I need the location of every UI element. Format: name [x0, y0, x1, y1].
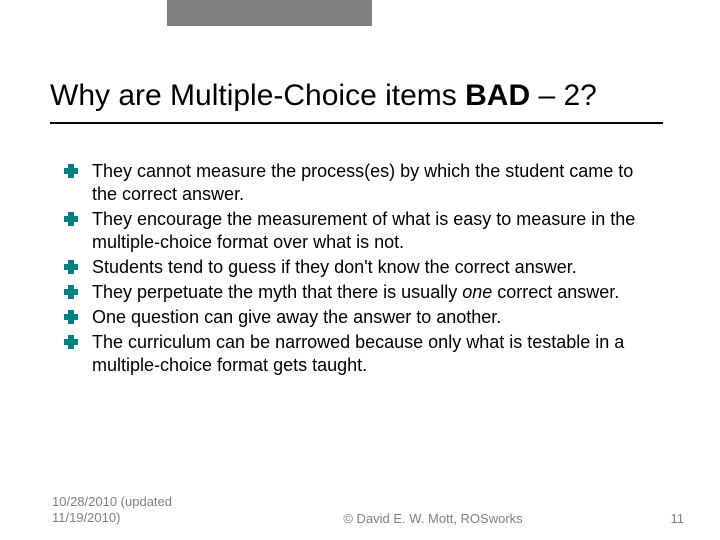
bullet-icon — [64, 212, 78, 226]
bullet-item: They perpetuate the myth that there is u… — [64, 281, 660, 304]
footer-date: 10/28/2010 (updated 11/19/2010) — [52, 494, 242, 527]
title-bad: BAD — [465, 79, 530, 112]
slide: Why are Multiple-Choice items BAD – 2? T… — [0, 0, 720, 540]
title-suffix: – 2? — [530, 79, 597, 112]
title-underline — [50, 122, 663, 124]
bullet-item: They encourage the measurement of what i… — [64, 208, 660, 254]
bullet-text: They cannot measure the process(es) by w… — [92, 160, 660, 206]
bullet-icon — [64, 310, 78, 324]
bullet-text: They perpetuate the myth that there is u… — [92, 281, 660, 304]
bullet-icon — [64, 335, 78, 349]
bullet-text: The curriculum can be narrowed because o… — [92, 331, 660, 377]
header-accent-bar — [167, 0, 372, 26]
slide-title: Why are Multiple-Choice items BAD – 2? — [50, 78, 670, 114]
bullet-item: The curriculum can be narrowed because o… — [64, 331, 660, 377]
bullet-text: They encourage the measurement of what i… — [92, 208, 660, 254]
bullet-text: One question can give away the answer to… — [92, 306, 660, 329]
bullet-text: Students tend to guess if they don't kno… — [92, 256, 660, 279]
title-prefix: Why are Multiple-Choice items — [50, 79, 465, 112]
footer-page-number: 11 — [624, 511, 684, 526]
slide-body: They cannot measure the process(es) by w… — [64, 160, 660, 379]
bullet-item: One question can give away the answer to… — [64, 306, 660, 329]
bullet-item: Students tend to guess if they don't kno… — [64, 256, 660, 279]
bullet-item: They cannot measure the process(es) by w… — [64, 160, 660, 206]
bullet-icon — [64, 285, 78, 299]
bullet-icon — [64, 164, 78, 178]
slide-footer: 10/28/2010 (updated 11/19/2010) © David … — [0, 494, 720, 527]
bullet-icon — [64, 260, 78, 274]
footer-copyright: © David E. W. Mott, ROSworks — [242, 511, 624, 526]
